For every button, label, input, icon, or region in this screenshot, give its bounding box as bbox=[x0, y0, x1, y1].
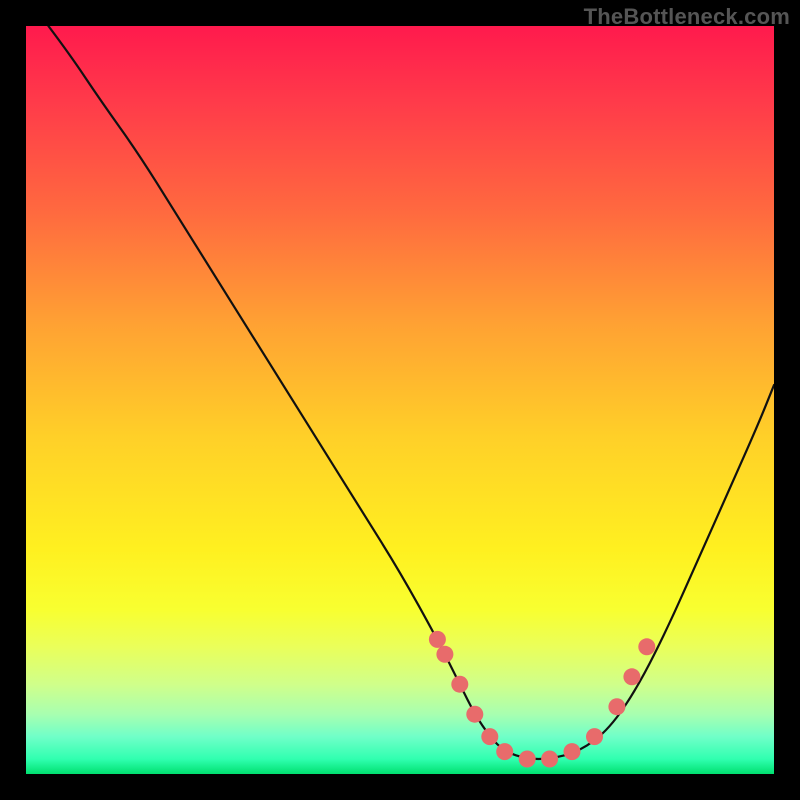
curve-marker bbox=[541, 751, 558, 768]
curve-marker bbox=[466, 706, 483, 723]
curve-layer bbox=[26, 26, 774, 774]
curve-marker bbox=[586, 728, 603, 745]
bottleneck-curve bbox=[48, 26, 774, 759]
chart-frame: TheBottleneck.com bbox=[0, 0, 800, 800]
curve-marker bbox=[496, 743, 513, 760]
curve-marker bbox=[436, 646, 453, 663]
watermark-text: TheBottleneck.com bbox=[584, 4, 790, 30]
curve-marker bbox=[519, 751, 536, 768]
curve-marker bbox=[429, 631, 446, 648]
curve-marker bbox=[564, 743, 581, 760]
curve-marker bbox=[451, 676, 468, 693]
curve-marker bbox=[623, 668, 640, 685]
curve-marker bbox=[481, 728, 498, 745]
curve-markers bbox=[429, 631, 655, 768]
curve-marker bbox=[608, 698, 625, 715]
plot-area bbox=[26, 26, 774, 774]
curve-marker bbox=[638, 638, 655, 655]
